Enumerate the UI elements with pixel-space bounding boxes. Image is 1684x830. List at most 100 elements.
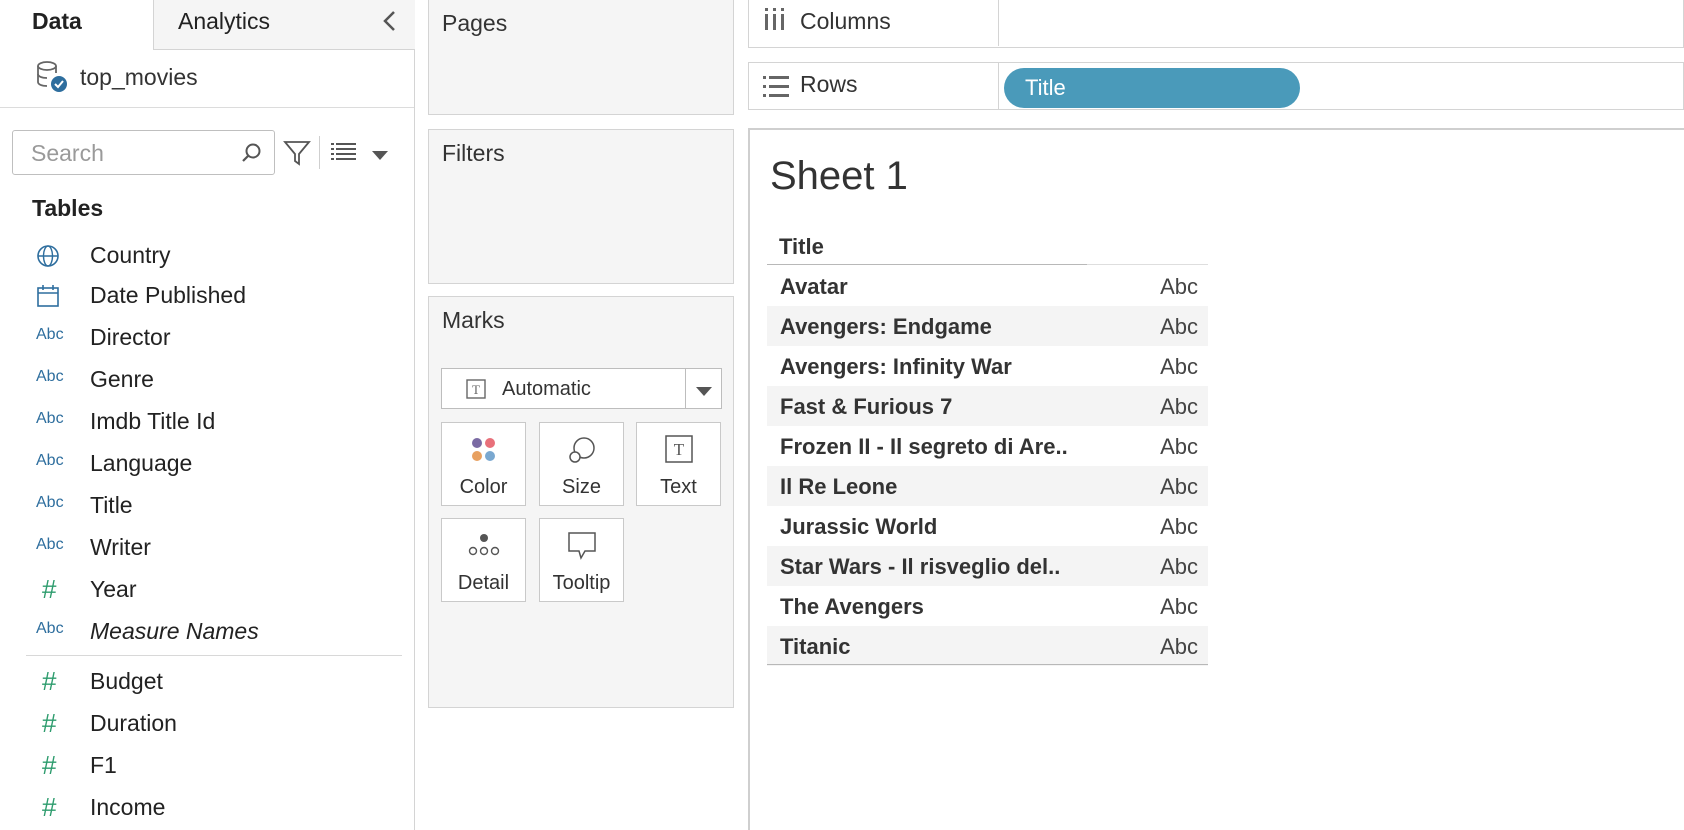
chevron-down-icon[interactable] (372, 148, 388, 160)
tab-analytics[interactable]: Analytics (153, 0, 415, 50)
field-imdb-title-id[interactable]: Abc Imdb Title Id (0, 402, 414, 442)
row-header[interactable]: The Avengers (780, 594, 924, 620)
detail-label: Detail (457, 572, 510, 594)
detail-button[interactable]: Detail (441, 518, 526, 602)
cell-value[interactable]: Abc (1160, 394, 1198, 420)
column-header-title[interactable]: Title (779, 234, 824, 260)
cell-value[interactable]: Abc (1160, 474, 1198, 500)
cell-value[interactable]: Abc (1160, 354, 1198, 380)
rows-title-pill[interactable]: Title (1004, 68, 1300, 108)
field-label: Title (90, 492, 133, 518)
text-icon: T (664, 435, 693, 463)
field-label: Imdb Title Id (90, 408, 216, 434)
search-input[interactable] (29, 139, 243, 168)
field-duration[interactable]: # Duration (0, 704, 414, 744)
row-header[interactable]: Avatar (780, 274, 848, 300)
hash-icon: # (42, 792, 57, 822)
field-writer[interactable]: Abc Writer (0, 528, 414, 568)
cell-value[interactable]: Abc (1160, 314, 1198, 340)
table-row[interactable]: Frozen II - Il segreto di Are.. Abc (767, 426, 1208, 466)
field-director[interactable]: Abc Director (0, 318, 414, 358)
table-row[interactable]: Avengers: Endgame Abc (767, 306, 1208, 346)
row-header[interactable]: Titanic (780, 634, 851, 660)
search-field[interactable] (12, 130, 275, 175)
color-button[interactable]: Color (441, 422, 526, 506)
table-row[interactable]: Jurassic World Abc (767, 506, 1208, 546)
cell-value[interactable]: Abc (1160, 594, 1198, 620)
abc-icon: Abc (36, 494, 64, 511)
row-header[interactable]: Star Wars - Il risveglio del.. (780, 554, 1060, 580)
row-header[interactable]: Frozen II - Il segreto di Are.. (780, 434, 1068, 460)
tables-header: Tables (32, 195, 104, 221)
datasource-name[interactable]: top_movies (80, 64, 198, 91)
table-row[interactable]: Avengers: Infinity War Abc (767, 346, 1208, 386)
row-header[interactable]: Jurassic World (780, 514, 937, 540)
globe-icon (36, 244, 72, 267)
table-row[interactable]: Star Wars - Il risveglio del.. Abc (767, 546, 1208, 586)
field-genre[interactable]: Abc Genre (0, 360, 414, 400)
size-button[interactable]: Size (539, 422, 624, 506)
card-title: Marks (442, 307, 505, 333)
datasource-icon (34, 58, 70, 94)
columns-shelf[interactable]: Columns (748, 0, 1684, 48)
field-budget[interactable]: # Budget (0, 662, 414, 702)
abc-icon: Abc (36, 620, 64, 637)
detail-icon (468, 534, 499, 556)
field-label: Language (90, 450, 193, 476)
size-icon (568, 437, 595, 463)
size-label: Size (562, 476, 601, 498)
field-label: Writer (90, 534, 151, 560)
field-country[interactable]: Country (0, 236, 414, 276)
divider (1087, 264, 1208, 265)
collapse-pane-icon[interactable] (380, 6, 410, 36)
tooltip-icon (567, 532, 596, 560)
search-icon[interactable] (240, 142, 262, 164)
table-row[interactable]: Il Re Leone Abc (767, 466, 1208, 506)
pages-card[interactable]: Pages (428, 0, 734, 115)
cell-value[interactable]: Abc (1160, 554, 1198, 580)
tab-data[interactable]: Data (0, 0, 153, 50)
text-label: Text (660, 476, 697, 498)
sheet-title[interactable]: Sheet 1 (770, 154, 908, 199)
field-date-published[interactable]: Date Published (0, 276, 414, 316)
row-header[interactable]: Fast & Furious 7 (780, 394, 952, 420)
divider (767, 264, 1087, 265)
mark-type-dropdown[interactable]: T Automatic (441, 368, 722, 409)
cell-value[interactable]: Abc (1160, 634, 1198, 660)
cell-value[interactable]: Abc (1160, 514, 1198, 540)
view-list-icon[interactable] (330, 140, 358, 164)
row-header[interactable]: Avengers: Endgame (780, 314, 992, 340)
field-label: Country (90, 242, 171, 268)
chevron-down-icon[interactable] (696, 384, 712, 402)
table-row[interactable]: Fast & Furious 7 Abc (767, 386, 1208, 426)
table-row[interactable]: Avatar Abc (767, 266, 1208, 306)
field-year[interactable]: # Year (0, 570, 414, 610)
row-header[interactable]: Il Re Leone (780, 474, 897, 500)
field-language[interactable]: Abc Language (0, 444, 414, 484)
field-f1[interactable]: # F1 (0, 746, 414, 786)
row-header[interactable]: Avengers: Infinity War (780, 354, 1012, 380)
svg-text:T: T (673, 440, 684, 459)
filters-card[interactable]: Filters (428, 129, 734, 284)
hash-icon: # (42, 574, 57, 604)
table-row[interactable]: Titanic Abc (767, 626, 1208, 666)
abc-icon: Abc (36, 368, 64, 385)
field-measure-names[interactable]: Abc Measure Names (0, 612, 414, 652)
cell-value[interactable]: Abc (1160, 434, 1198, 460)
tooltip-button[interactable]: Tooltip (539, 518, 624, 602)
filter-icon[interactable] (282, 138, 312, 168)
field-label: F1 (90, 752, 117, 778)
table-row[interactable]: The Avengers Abc (767, 586, 1208, 626)
cell-value[interactable]: Abc (1160, 274, 1198, 300)
field-label: Date Published (90, 282, 246, 308)
text-button[interactable]: T Text (636, 422, 721, 506)
rows-icon (763, 75, 789, 104)
field-income[interactable]: # Income (0, 788, 414, 828)
divider (319, 136, 320, 169)
divider (767, 664, 1208, 665)
columns-label: Columns (800, 8, 891, 34)
field-label: Duration (90, 710, 177, 736)
field-label: Income (90, 794, 166, 820)
field-title[interactable]: Abc Title (0, 486, 414, 526)
field-label: Year (90, 576, 137, 602)
